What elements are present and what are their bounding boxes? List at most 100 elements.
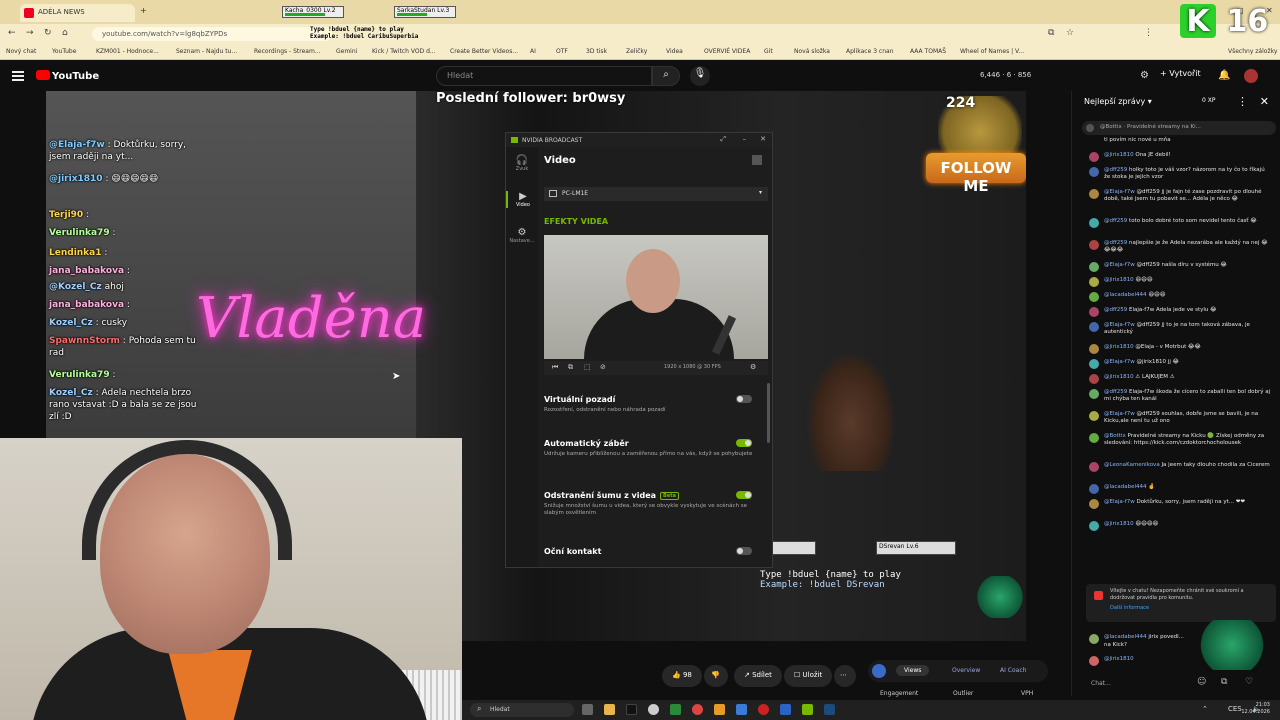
cast-icon[interactable]: ⚙ xyxy=(1140,70,1149,81)
chat-input[interactable]: Chat... xyxy=(1081,676,1231,692)
bookmark[interactable]: YouTube xyxy=(52,48,76,55)
like-heart-icon[interactable]: ♡ xyxy=(1245,677,1253,687)
minimize-icon[interactable]: – xyxy=(743,135,747,143)
chat-username[interactable]: @dff259 xyxy=(1104,218,1127,224)
pinned-message[interactable]: @Bottix · Pravidelné streamy na Ki... xyxy=(1082,121,1276,135)
menu-icon[interactable]: ⋮ xyxy=(1144,28,1153,38)
forward-icon[interactable]: → xyxy=(26,28,34,38)
bookmark[interactable]: Gemini xyxy=(336,48,357,55)
more-options-icon[interactable]: ⋯ xyxy=(834,665,856,687)
chat-username[interactable]: @dff259 xyxy=(1104,389,1127,395)
like-button[interactable]: 👍 98 xyxy=(662,665,702,687)
tab-ai-coach[interactable]: AI Coach xyxy=(1000,667,1026,674)
scrollbar[interactable] xyxy=(767,383,770,443)
back-icon[interactable]: ← xyxy=(8,28,16,38)
chat-username[interactable]: @jirix1810 xyxy=(1104,521,1134,527)
reload-icon[interactable]: ↻ xyxy=(44,28,52,38)
url-field[interactable]: youtube.com/watch?v=lg8qbZYPDs xyxy=(92,27,332,41)
youtube-logo[interactable]: YouTube xyxy=(36,70,99,82)
task-view-icon[interactable] xyxy=(582,704,593,715)
new-tab-icon[interactable]: + xyxy=(140,6,147,15)
resolution-select[interactable]: 1920 x 1080 @ 30 FPS xyxy=(664,364,721,370)
bookmark[interactable]: Všechny záložky xyxy=(1228,48,1277,55)
emoji-icon[interactable]: ☺ xyxy=(1197,677,1206,687)
tab-views[interactable]: Views xyxy=(896,665,930,676)
chat-username[interactable]: @dff259 xyxy=(1104,167,1127,173)
bookmark[interactable]: OTF xyxy=(556,48,568,55)
sidebar-item-settings[interactable]: ⚙ Nastave... xyxy=(506,227,538,244)
bookmark[interactable]: Aplikace 3 cnan xyxy=(846,48,894,55)
clock[interactable]: 21:03 12.04.2026 xyxy=(1241,702,1270,716)
bookmark[interactable]: AI xyxy=(530,48,536,55)
app-icon[interactable] xyxy=(648,704,659,715)
chat-username[interactable]: @Elaja-f7w xyxy=(1104,411,1135,417)
close-icon[interactable]: ✕ xyxy=(1260,95,1269,108)
tiktok-icon[interactable] xyxy=(626,704,637,715)
app-icon[interactable] xyxy=(736,704,747,715)
bookmark[interactable]: 3D tisk xyxy=(586,48,607,55)
chat-username[interactable]: @Elaja-f7w xyxy=(1104,359,1135,365)
word-icon[interactable] xyxy=(780,704,791,715)
auto-frame-toggle[interactable] xyxy=(736,439,752,447)
close-icon[interactable]: ✕ xyxy=(760,135,766,143)
chat-username[interactable]: @lacadabel444 xyxy=(1104,292,1147,298)
chat-username[interactable]: @lacadabel444 xyxy=(1104,484,1147,490)
mirror-icon[interactable]: ⬚ xyxy=(584,363,591,371)
pin-icon[interactable]: ⤢ xyxy=(720,135,726,144)
notifications-icon[interactable]: 🔔 xyxy=(1218,70,1230,81)
chrome-icon[interactable] xyxy=(692,704,703,715)
eye-contact-toggle[interactable] xyxy=(736,547,752,555)
language-indicator[interactable]: CES xyxy=(1228,705,1242,713)
skip-back-icon[interactable]: ⏮ xyxy=(552,363,558,372)
create-button[interactable]: + Vytvořit xyxy=(1160,69,1201,78)
bookmark[interactable]: Git xyxy=(764,48,773,55)
save-button[interactable]: ☐ Uložit xyxy=(784,665,833,687)
file-explorer-icon[interactable] xyxy=(604,704,615,715)
camera-settings-icon[interactable]: ⚙ xyxy=(750,363,756,371)
bookmark[interactable]: Nová složka xyxy=(794,48,830,55)
chat-username[interactable]: @Bottix xyxy=(1104,433,1126,439)
device-select[interactable]: PC-LM1E ▾ xyxy=(544,187,768,201)
bookmark[interactable]: Videa xyxy=(666,48,683,55)
app-icon[interactable] xyxy=(714,704,725,715)
feedback-icon[interactable] xyxy=(752,155,762,165)
video-denoise-toggle[interactable] xyxy=(736,491,752,499)
bookmark[interactable]: Zeličky xyxy=(626,48,647,55)
chat-username[interactable]: @jirix1810 xyxy=(1104,374,1134,380)
wifi-icon[interactable]: ⌃ xyxy=(1202,705,1208,713)
bookmark-star-icon[interactable]: ☆ xyxy=(1066,28,1074,38)
search-icon[interactable]: ⌕ xyxy=(652,66,680,86)
microphone-icon[interactable]: 🎙 xyxy=(690,66,710,86)
chat-username[interactable]: @dff259 xyxy=(1104,307,1127,313)
super-chat-icon[interactable]: ⧉ xyxy=(1221,677,1227,687)
compare-icon[interactable]: ⧉ xyxy=(568,363,573,372)
chat-username[interactable]: @jirix1810 xyxy=(1104,277,1134,283)
chat-username[interactable]: @dff259 xyxy=(1104,240,1127,246)
bookmark[interactable]: Wheel of Names | V... xyxy=(960,48,1024,55)
nvidia-icon[interactable] xyxy=(802,704,813,715)
hamburger-menu-icon[interactable] xyxy=(12,71,24,81)
chat-username[interactable]: @jirix1810 xyxy=(1104,344,1134,350)
opera-icon[interactable] xyxy=(758,704,769,715)
bookmark[interactable]: AAA TOMAŠ xyxy=(910,48,946,55)
more-info-link[interactable]: Další informace xyxy=(1110,605,1268,612)
bookmark[interactable]: Nový chat xyxy=(6,48,36,55)
search-input[interactable]: Hledat xyxy=(436,66,652,86)
dislike-icon[interactable]: 👎 xyxy=(704,665,728,687)
chat-username[interactable]: @LeonaKamenikova xyxy=(1104,462,1160,468)
taskbar-search[interactable]: Hledat xyxy=(470,703,574,717)
bookmark[interactable]: KZM001 - Hodnoce... xyxy=(96,48,159,55)
sidebar-item-audio[interactable]: 🎧 Zvuk xyxy=(506,155,538,172)
more-options-icon[interactable]: ⋮ xyxy=(1237,95,1248,108)
bookmark[interactable]: Seznam - Najdu tu... xyxy=(176,48,237,55)
bookmark[interactable]: OVERVIÉ VIDEA xyxy=(704,48,750,55)
virtual-background-toggle[interactable] xyxy=(736,395,752,403)
bookmark[interactable]: Recordings - Stream... xyxy=(254,48,321,55)
avatar[interactable] xyxy=(1244,69,1258,83)
chat-username[interactable]: @Elaja-f7w xyxy=(1104,189,1135,195)
chat-username[interactable]: @Elaja-f7w xyxy=(1104,322,1135,328)
extensions-icon[interactable]: ⧉ xyxy=(1048,28,1054,38)
bookmark[interactable]: Create Better Videos... xyxy=(450,48,518,55)
share-button[interactable]: ↗ Sdílet xyxy=(734,665,782,687)
home-icon[interactable]: ⌂ xyxy=(62,28,68,38)
